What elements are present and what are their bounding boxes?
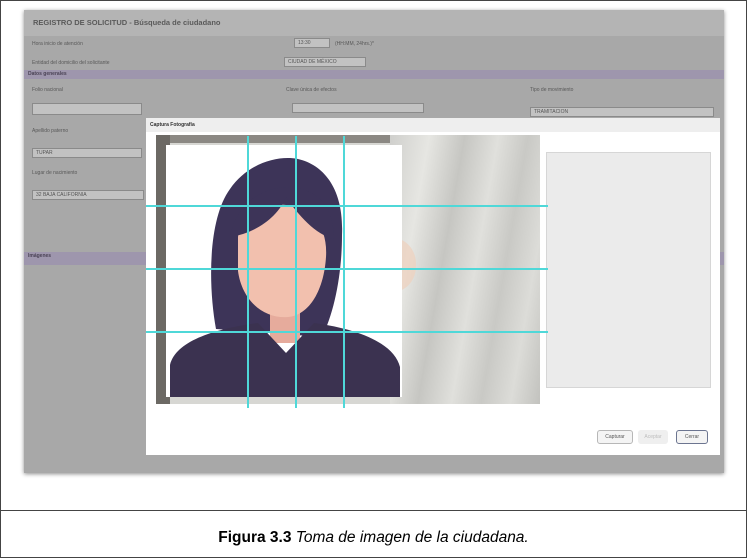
apellido-input[interactable]: TUPAR: [32, 148, 142, 158]
page-title: REGISTRO DE SOLICITUD - Búsqueda de ciud…: [33, 18, 221, 27]
folio-input[interactable]: [32, 103, 142, 115]
tipo-select[interactable]: TRAMITACION: [530, 107, 714, 117]
photo-preview-panel: [546, 152, 711, 388]
hora-hint: (HH:MM, 24hrs.)*: [335, 41, 374, 47]
curp-input[interactable]: [292, 103, 424, 113]
hora-input[interactable]: 13:30: [294, 38, 330, 48]
accept-button[interactable]: Aceptar: [638, 430, 668, 444]
figure-number: Figura 3.3: [218, 529, 292, 546]
dialog-header: Captura Fotografía: [146, 118, 720, 132]
photo-capture-dialog: Captura Fotografía Capturar Aceptar Cerr…: [146, 118, 720, 455]
entidad-label: Entidad del domicilio del solicitante: [32, 60, 110, 66]
curp-label: Clave única de efectos: [286, 87, 337, 93]
entidad-select[interactable]: CIUDAD DE MÉXICO: [284, 57, 366, 67]
section-datos-title: Datos generales: [28, 71, 67, 77]
figure-text: Toma de imagen de la ciudadana.: [295, 529, 529, 546]
apellido-label: Apellido paterno: [32, 128, 69, 134]
folio-label: Folio nacional: [32, 87, 63, 93]
section-imagenes-title: Imágenes: [28, 253, 52, 259]
page-header: REGISTRO DE SOLICITUD - Búsqueda de ciud…: [24, 10, 724, 36]
hora-label: Hora inicio de atención: [32, 41, 83, 47]
tipo-label: Tipo de movimiento: [530, 87, 574, 93]
lugar-label: Lugar de nacimiento: [32, 170, 78, 176]
camera-preview: [156, 135, 540, 404]
background-shadow-top: [156, 135, 390, 143]
close-button[interactable]: Cerrar: [676, 430, 708, 444]
screenshot-window: REGISTRO DE SOLICITUD - Búsqueda de ciud…: [24, 10, 724, 473]
lugar-select[interactable]: 32 BAJA CALIFORNIA: [32, 190, 144, 200]
figure-caption: Figura 3.3 Toma de imagen de la ciudadan…: [0, 529, 747, 547]
capture-button[interactable]: Capturar: [597, 430, 633, 444]
section-datos-generales: Datos generales: [24, 70, 724, 79]
dialog-title: Captura Fotografía: [150, 122, 195, 128]
caption-divider: [0, 510, 747, 511]
person-avatar-illustration: [166, 145, 402, 397]
